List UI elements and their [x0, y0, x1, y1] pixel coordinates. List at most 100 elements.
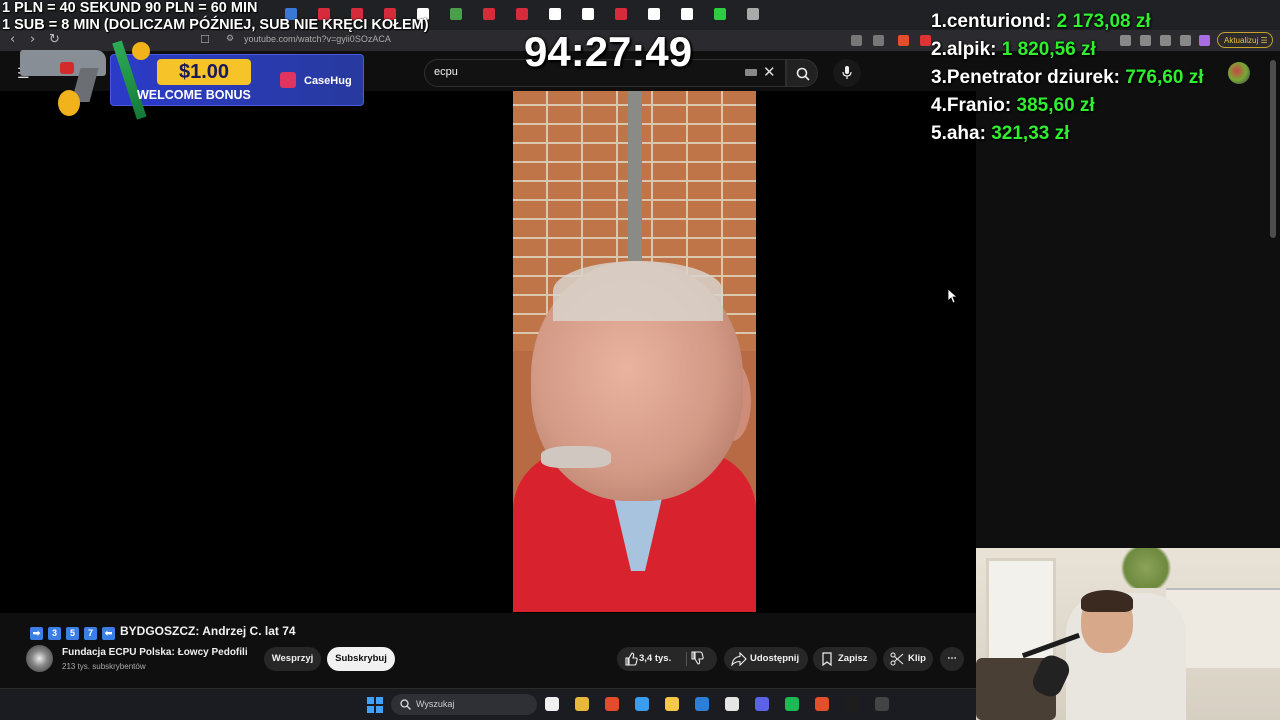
subscribe-button[interactable]: Subskrybuj	[327, 647, 395, 671]
browser-tab[interactable]	[681, 8, 693, 20]
browser-tab[interactable]	[714, 8, 726, 20]
video-title-row: ➡ 3 5 7 ⬅ BYDGOSZCZ: Andrzej C. lat 74	[30, 622, 296, 640]
support-button[interactable]: Wesprzyj	[264, 647, 321, 671]
browser-tab[interactable]	[582, 8, 594, 20]
leaderboard-rank: 4.	[931, 95, 947, 116]
taskbar-app-icon[interactable]	[575, 697, 589, 711]
plant	[1116, 548, 1176, 588]
video-title: BYDGOSZCZ: Andrzej C. lat 74	[120, 624, 296, 638]
browser-tab[interactable]	[615, 8, 627, 20]
back-icon[interactable]: ‹	[10, 32, 15, 47]
taskbar-app-icon[interactable]	[845, 697, 859, 711]
taskbar-app-icon[interactable]	[635, 697, 649, 711]
taskbar-app-icon[interactable]	[695, 697, 709, 711]
scissors-icon	[890, 652, 904, 666]
streamer-webcam	[976, 548, 1280, 720]
browser-tab[interactable]	[450, 8, 462, 20]
windows-start-icon[interactable]	[367, 697, 383, 713]
channel-name[interactable]: Fundacja ECPU Polska: Łowcy Pedofili	[62, 647, 248, 658]
taskbar-app-icon[interactable]	[605, 697, 619, 711]
browser-tab[interactable]	[516, 8, 528, 20]
taskbar-app-icon[interactable]	[875, 697, 889, 711]
keycap-emoji: 5	[66, 627, 79, 640]
leaderboard-name: centuriond:	[946, 11, 1052, 32]
keycap-emoji: 3	[48, 627, 61, 640]
thumbs-up-icon	[625, 652, 638, 666]
share-icon	[731, 652, 747, 666]
subscriber-count: 213 tys. subskrybentów	[62, 662, 146, 671]
keyboard-icon[interactable]	[745, 69, 757, 76]
subathon-timer: 94:27:49	[524, 28, 693, 75]
leaderboard-amount: 1 820,56 zł	[1001, 39, 1096, 60]
video-frame[interactable]	[513, 91, 756, 612]
pistol-detail	[60, 62, 74, 74]
coin-graphic	[58, 90, 80, 116]
update-label: Aktualizuj	[1224, 36, 1259, 45]
share-button[interactable]: Udostępnij	[724, 647, 808, 671]
rules-line-1: 1 PLN = 40 SEKUND 90 PLN = 60 MIN	[2, 0, 258, 16]
like-divider	[686, 652, 687, 666]
taskbar-app-icon[interactable]	[815, 697, 829, 711]
update-browser-button[interactable]: Aktualizuj ☰	[1217, 32, 1273, 48]
microphone-icon	[842, 66, 852, 79]
thumbs-down-icon	[691, 651, 704, 665]
share-page-icon[interactable]	[873, 35, 884, 46]
search-button[interactable]	[786, 59, 818, 87]
promo-price: $1.00	[157, 59, 251, 85]
bookmark-save-icon	[822, 652, 832, 666]
keycap-emoji: 7	[84, 627, 97, 640]
promo-brand: CaseHug	[304, 75, 352, 87]
taskbar-search[interactable]	[391, 694, 537, 715]
browser-tab[interactable]	[747, 8, 759, 20]
brave-shield-icon[interactable]	[898, 35, 909, 46]
donation-rules-overlay: 1 PLN = 40 SEKUND 90 PLN = 60 MIN 1 SUB …	[2, 0, 429, 34]
voice-search-button[interactable]	[833, 59, 861, 87]
taskbar-app-icon[interactable]	[785, 697, 799, 711]
browser-tab[interactable]	[549, 8, 561, 20]
mouse-cursor-icon	[947, 288, 959, 304]
page-scrollbar[interactable]	[1270, 60, 1276, 238]
leaderboard-amount: 776,60 zł	[1125, 67, 1204, 88]
save-label: Zapisz	[838, 653, 868, 664]
leaderboard-row: 5.aha: 321,33 zł	[931, 120, 1203, 148]
brave-rewards-icon[interactable]	[920, 35, 931, 46]
arrow-left-emoji: ⬅	[102, 627, 115, 640]
video-player[interactable]	[0, 91, 976, 613]
mustache	[541, 446, 611, 468]
leaderboard-row: 2.alpik: 1 820,56 zł	[931, 36, 1203, 64]
leaderboard-rank: 1.	[931, 11, 947, 32]
taskbar-app-icon[interactable]	[545, 697, 559, 711]
taskbar-app-icon[interactable]	[755, 697, 769, 711]
dislike-button[interactable]	[690, 651, 710, 667]
share-label: Udostępnij	[750, 653, 800, 664]
streamer-hair	[1081, 590, 1133, 612]
taskbar-app-icon[interactable]	[725, 697, 739, 711]
clip-button[interactable]: Klip	[883, 647, 933, 671]
donation-leaderboard: 1.centuriond: 2 173,08 zł 2.alpik: 1 820…	[931, 8, 1203, 148]
more-actions-button[interactable]: ⋯	[940, 647, 964, 671]
search-query[interactable]: ecpu	[434, 66, 458, 78]
promo-bonus-text: WELCOME BONUS	[137, 88, 251, 102]
browser-tab[interactable]	[483, 8, 495, 20]
leaderboard-name: aha:	[946, 123, 986, 144]
leaderboard-amount: 2 173,08 zł	[1056, 11, 1151, 32]
leaderboard-rank: 2.	[931, 39, 947, 60]
taskbar-app-icon[interactable]	[665, 697, 679, 711]
casehug-promo-banner: $1.00 WELCOME BONUS CaseHug	[20, 40, 364, 126]
leaderboard-row: 1.centuriond: 2 173,08 zł	[931, 8, 1203, 36]
leaderboard-amount: 385,60 zł	[1016, 95, 1095, 116]
screen: ‹ › ↻ ☐ ⚙ youtube.com/watch?v=gyii0SOzAC…	[0, 0, 1280, 720]
leaderboard-rank: 3.	[931, 67, 947, 88]
channel-avatar[interactable]	[26, 645, 53, 672]
arrow-right-emoji: ➡	[30, 627, 43, 640]
browser-tab[interactable]	[648, 8, 660, 20]
account-avatar[interactable]	[1228, 62, 1250, 84]
clear-search-icon[interactable]: ✕	[763, 63, 776, 81]
cast-icon[interactable]	[851, 35, 862, 46]
save-button[interactable]: Zapisz	[813, 647, 877, 671]
casehug-logo-icon	[280, 72, 296, 88]
rules-line-2: 1 SUB = 8 MIN (DOLICZAM PÓŹNIEJ, SUB NIE…	[2, 17, 429, 33]
coin-graphic	[132, 42, 150, 60]
leaderboard-row: 3.Penetrator dziurek: 776,60 zł	[931, 64, 1203, 92]
like-count: 3,4 tys.	[639, 653, 672, 664]
